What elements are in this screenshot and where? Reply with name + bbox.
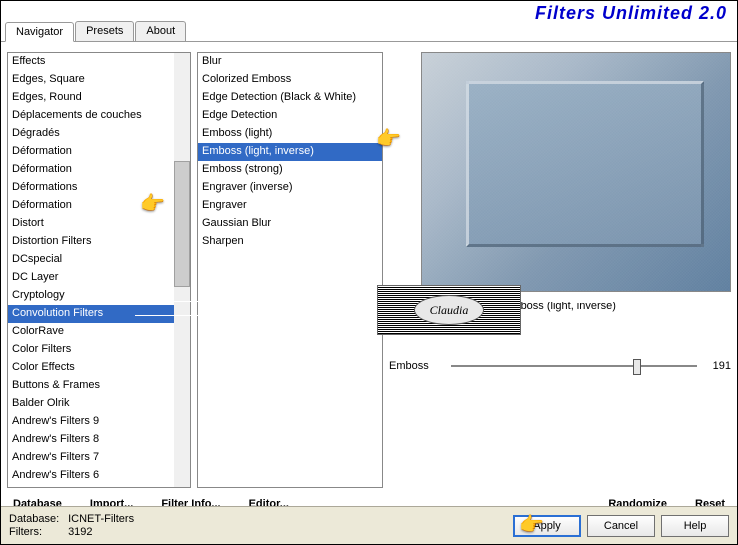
list-item[interactable]: Blur [198, 53, 382, 71]
category-list[interactable]: EffectsEdges, SquareEdges, RoundDéplacem… [7, 52, 191, 488]
list-item[interactable]: Emboss (light) [198, 125, 382, 143]
param-value: 191 [705, 360, 731, 372]
list-item[interactable]: Cryptology [8, 287, 190, 305]
list-item[interactable]: Balder Olrik [8, 395, 190, 413]
status-bar: Database: ICNET-Filters Filters: 3192 Ap… [1, 506, 737, 544]
list-item[interactable]: DCspecial [8, 251, 190, 269]
list-item[interactable]: Emboss (light, inverse) [198, 143, 382, 161]
list-item[interactable]: Andrew's Filters 6 [8, 467, 190, 485]
list-item[interactable]: Color Effects [8, 359, 190, 377]
tab-row: Navigator Presets About [1, 21, 737, 42]
scrollbar[interactable] [174, 53, 190, 487]
filters-value: 3192 [68, 526, 92, 538]
db-label: Database: [9, 513, 65, 525]
param-slider[interactable] [451, 356, 697, 376]
list-item[interactable]: Edges, Round [8, 89, 190, 107]
list-item[interactable]: Déformations [8, 179, 190, 197]
list-item[interactable]: Andrew's Filters 8 [8, 431, 190, 449]
list-item[interactable]: Gaussian Blur [198, 215, 382, 233]
cancel-button[interactable]: Cancel [587, 515, 655, 537]
help-button[interactable]: Help [661, 515, 729, 537]
list-item[interactable]: Andrew's Filters 9 [8, 413, 190, 431]
list-item[interactable]: Sharpen [198, 233, 382, 251]
main-area: EffectsEdges, SquareEdges, RoundDéplacem… [1, 46, 737, 494]
preview-panel: Emboss (light, inverse) Emboss 191 [389, 52, 731, 488]
list-item[interactable]: ColorRave [8, 323, 190, 341]
list-item[interactable]: Distort [8, 215, 190, 233]
list-item[interactable]: Colorized Emboss [198, 71, 382, 89]
db-value: ICNET-Filters [68, 513, 134, 525]
list-item[interactable]: Color Filters [8, 341, 190, 359]
logo-text: Claudia [414, 295, 484, 325]
slider-thumb[interactable] [633, 359, 641, 375]
list-item[interactable]: Convolution Filters [8, 305, 190, 323]
apply-button[interactable]: Apply [513, 515, 581, 537]
param-label: Emboss [389, 360, 443, 372]
list-item[interactable]: Engraver [198, 197, 382, 215]
list-item[interactable]: Déplacements de couches [8, 107, 190, 125]
tab-presets[interactable]: Presets [75, 21, 134, 41]
list-item[interactable]: Edge Detection (Black & White) [198, 89, 382, 107]
list-item[interactable]: Effects [8, 53, 190, 71]
scrollbar-thumb[interactable] [174, 161, 190, 287]
list-item[interactable]: Déformation [8, 197, 190, 215]
list-item[interactable]: Dégradés [8, 125, 190, 143]
tab-about[interactable]: About [135, 21, 186, 41]
list-item[interactable]: Distortion Filters [8, 233, 190, 251]
filter-list[interactable]: BlurColorized EmbossEdge Detection (Blac… [197, 52, 383, 488]
filters-label: Filters: [9, 526, 65, 538]
tab-navigator[interactable]: Navigator [5, 22, 74, 42]
list-item[interactable]: Déformation [8, 143, 190, 161]
list-item[interactable]: Engraver (inverse) [198, 179, 382, 197]
preview-image [421, 52, 731, 292]
list-item[interactable]: Emboss (strong) [198, 161, 382, 179]
list-item[interactable]: Andrew's Filters 7 [8, 449, 190, 467]
list-item[interactable]: Buttons & Frames [8, 377, 190, 395]
param-row: Emboss 191 [389, 352, 731, 380]
list-item[interactable]: Edges, Square [8, 71, 190, 89]
logo: Claudia [377, 285, 521, 335]
list-item[interactable]: DC Layer [8, 269, 190, 287]
list-item[interactable]: Edge Detection [198, 107, 382, 125]
list-item[interactable]: Déformation [8, 161, 190, 179]
